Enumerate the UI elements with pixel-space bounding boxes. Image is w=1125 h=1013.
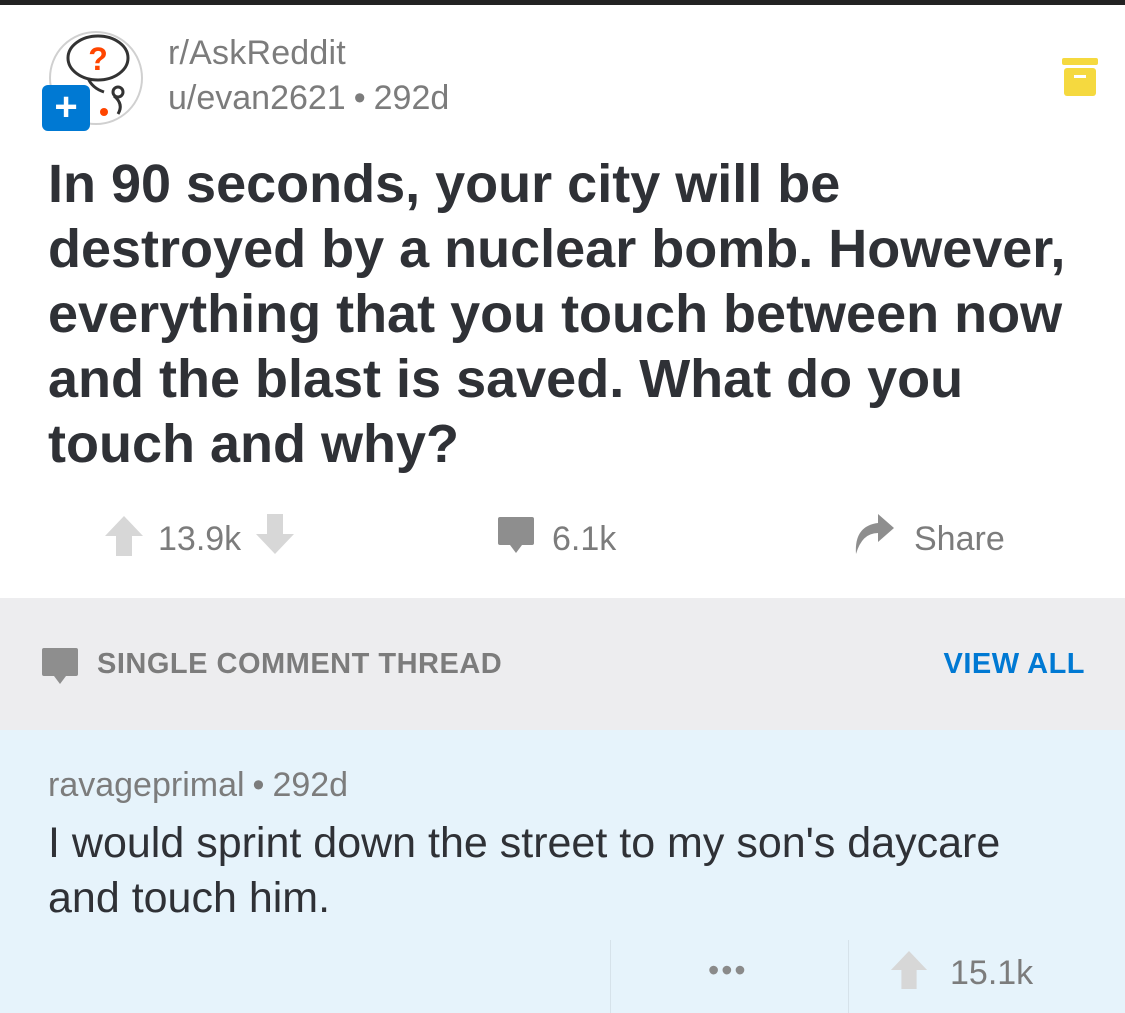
view-all-button[interactable]: VIEW ALL: [944, 648, 1085, 681]
more-dots-icon[interactable]: •••: [708, 952, 748, 989]
upvote-arrow-icon[interactable]: [890, 949, 928, 998]
join-subreddit-button[interactable]: +: [42, 85, 90, 131]
post-title[interactable]: In 90 seconds, your city will be destroy…: [48, 152, 1068, 477]
comment-age: 292d: [272, 766, 349, 804]
status-bar-edge: [0, 0, 1125, 5]
post-vote-bar: 13.9k: [104, 513, 295, 565]
share-button[interactable]: Share: [852, 513, 1005, 562]
comment-upvote-count: 15.1k: [950, 953, 1034, 992]
separator-dot: •: [252, 766, 265, 804]
divider: [848, 940, 849, 1013]
post-author[interactable]: u/evan2621: [168, 79, 346, 117]
comment-meta: ravageprimal • 292d: [48, 766, 348, 805]
comments-button[interactable]: 6.1k: [496, 516, 616, 562]
subreddit-name[interactable]: r/AskReddit: [168, 34, 346, 73]
plus-icon: +: [54, 85, 78, 129]
post-comment-count: 6.1k: [552, 519, 617, 558]
comment-author[interactable]: ravageprimal: [48, 766, 245, 804]
save-icon[interactable]: [1062, 58, 1098, 96]
post-age: 292d: [373, 79, 450, 117]
comment-bubble-icon: [40, 646, 80, 691]
share-arrow-icon: [852, 512, 896, 567]
comment-body: I would sprint down the street to my son…: [48, 819, 1001, 922]
downvote-arrow-icon[interactable]: [255, 513, 295, 565]
upvote-arrow-icon[interactable]: [104, 514, 144, 565]
thread-label: SINGLE COMMENT THREAD: [97, 648, 503, 680]
comment-vote: 15.1k: [890, 950, 1034, 994]
divider: [610, 940, 611, 1013]
svg-text:?: ?: [88, 41, 108, 77]
share-label: Share: [914, 519, 1005, 558]
post-meta: u/evan2621 • 292d: [168, 79, 449, 118]
comment-bubble-icon: [496, 515, 536, 564]
separator-dot: •: [353, 79, 366, 117]
post-upvote-count: 13.9k: [158, 519, 242, 558]
